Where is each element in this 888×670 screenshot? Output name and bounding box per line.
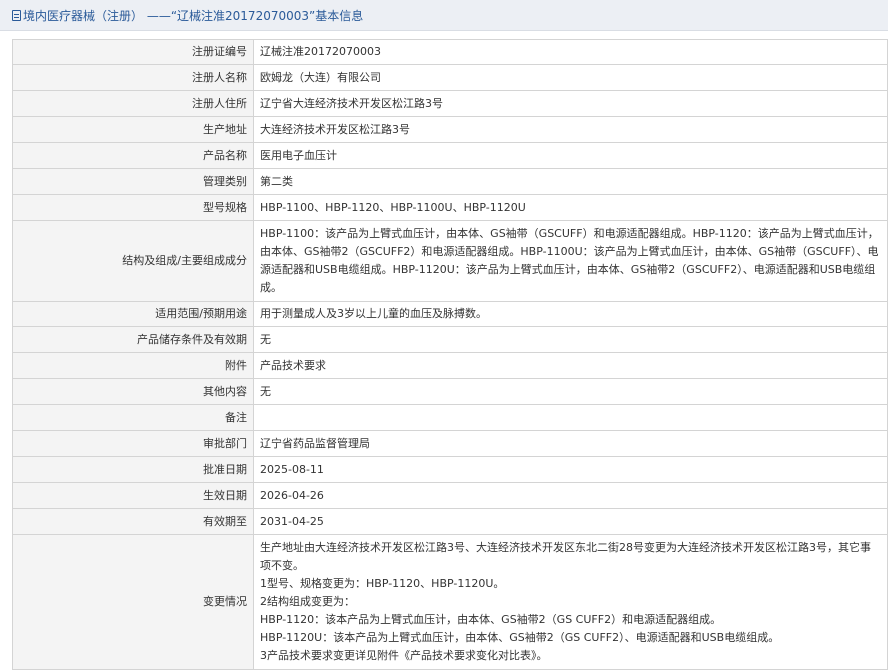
field-value: 产品技术要求 xyxy=(253,352,888,379)
field-label: 注册人名称 xyxy=(12,64,254,91)
field-value: 无 xyxy=(253,378,888,405)
table-row: 型号规格 HBP-1100、HBP-1120、HBP-1100U、HBP-112… xyxy=(12,194,888,221)
document-icon xyxy=(12,9,21,21)
table-row: 批准日期 2025-08-11 xyxy=(12,456,888,483)
change-line: 1型号、规格变更为：HBP-1120、HBP-1120U。 xyxy=(260,577,505,590)
field-label: 批准日期 xyxy=(12,456,254,483)
table-row: 适用范围/预期用途 用于测量成人及3岁以上儿童的血压及脉搏数。 xyxy=(12,301,888,327)
change-line: 3产品技术要求变更详见附件《产品技术要求变化对比表》。 xyxy=(260,649,548,662)
field-label: 注册证编号 xyxy=(12,39,254,65)
table-row: 结构及组成/主要组成成分 HBP-1100：该产品为上臂式血压计，由本体、GS袖… xyxy=(12,220,888,302)
field-value: 医用电子血压计 xyxy=(253,142,888,169)
table-row: 产品名称 医用电子血压计 xyxy=(12,142,888,169)
table-row: 变更情况 生产地址由大连经济技术开发区松江路3号、大连经济技术开发区东北二街28… xyxy=(12,534,888,670)
change-line: HBP-1120：该本产品为上臂式血压计，由本体、GS袖带2（GS CUFF2）… xyxy=(260,613,722,626)
table-row: 生产地址 大连经济技术开发区松江路3号 xyxy=(12,116,888,143)
field-value xyxy=(253,404,888,431)
field-label: 注册人住所 xyxy=(12,90,254,117)
field-value: 欧姆龙（大连）有限公司 xyxy=(253,64,888,91)
field-value: 第二类 xyxy=(253,168,888,195)
field-label: 生效日期 xyxy=(12,482,254,509)
change-line: 2结构组成变更为： xyxy=(260,595,355,608)
field-value: 无 xyxy=(253,326,888,353)
field-label: 生产地址 xyxy=(12,116,254,143)
field-label: 型号规格 xyxy=(12,194,254,221)
table-row: 备注 xyxy=(12,404,888,431)
table-row: 注册人名称 欧姆龙（大连）有限公司 xyxy=(12,64,888,91)
info-table: 注册证编号 辽械注准20172070003 注册人名称 欧姆龙（大连）有限公司 … xyxy=(12,39,888,670)
table-row: 产品储存条件及有效期 无 xyxy=(12,326,888,353)
table-row: 附件 产品技术要求 xyxy=(12,352,888,379)
field-label: 适用范围/预期用途 xyxy=(12,301,254,327)
field-value: 用于测量成人及3岁以上儿童的血压及脉搏数。 xyxy=(253,301,888,327)
table-row: 有效期至 2031-04-25 xyxy=(12,508,888,535)
change-line: HBP-1120U：该本产品为上臂式血压计，由本体、GS袖带2（GS CUFF2… xyxy=(260,631,780,644)
field-label: 产品储存条件及有效期 xyxy=(12,326,254,353)
field-label: 其他内容 xyxy=(12,378,254,405)
field-value: 大连经济技术开发区松江路3号 xyxy=(253,116,888,143)
field-value: 2025-08-11 xyxy=(253,456,888,483)
change-line: 生产地址由大连经济技术开发区松江路3号、大连经济技术开发区东北二街28号变更为大… xyxy=(260,541,871,572)
field-value: 辽宁省药品监督管理局 xyxy=(253,430,888,457)
field-label: 管理类别 xyxy=(12,168,254,195)
page-header: 境内医疗器械（注册） ——“辽械注准20172070003”基本信息 xyxy=(0,0,888,31)
table-row: 其他内容 无 xyxy=(12,378,888,405)
table-row: 注册人住所 辽宁省大连经济技术开发区松江路3号 xyxy=(12,90,888,117)
table-row: 生效日期 2026-04-26 xyxy=(12,482,888,509)
page-title: 境内医疗器械（注册） ——“辽械注准20172070003”基本信息 xyxy=(23,8,364,23)
field-label: 审批部门 xyxy=(12,430,254,457)
table-row: 管理类别 第二类 xyxy=(12,168,888,195)
field-value: 2026-04-26 xyxy=(253,482,888,509)
field-label: 备注 xyxy=(12,404,254,431)
table-row: 注册证编号 辽械注准20172070003 xyxy=(12,39,888,65)
field-label: 结构及组成/主要组成成分 xyxy=(12,220,254,302)
field-label: 附件 xyxy=(12,352,254,379)
field-value: HBP-1100：该产品为上臂式血压计，由本体、GS袖带（GSCUFF）和电源适… xyxy=(253,220,888,302)
field-value: 辽械注准20172070003 xyxy=(253,39,888,65)
field-label: 产品名称 xyxy=(12,142,254,169)
table-row: 审批部门 辽宁省药品监督管理局 xyxy=(12,430,888,457)
field-value-changes: 生产地址由大连经济技术开发区松江路3号、大连经济技术开发区东北二街28号变更为大… xyxy=(253,534,888,670)
field-value: HBP-1100、HBP-1120、HBP-1100U、HBP-1120U xyxy=(253,194,888,221)
field-value: 2031-04-25 xyxy=(253,508,888,535)
field-value: 辽宁省大连经济技术开发区松江路3号 xyxy=(253,90,888,117)
field-label: 变更情况 xyxy=(12,534,254,670)
field-label: 有效期至 xyxy=(12,508,254,535)
